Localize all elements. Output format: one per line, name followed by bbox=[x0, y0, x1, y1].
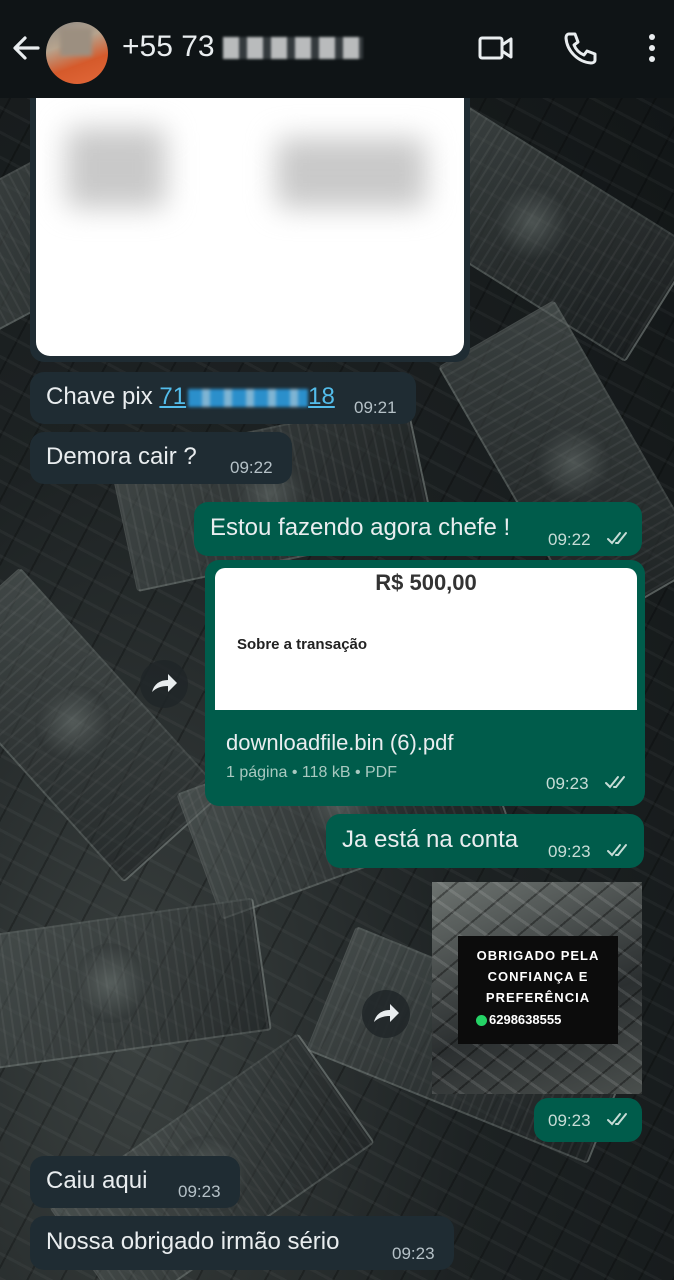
forward-button[interactable] bbox=[140, 660, 188, 708]
document-file-name[interactable]: downloadfile.bin (6).pdf bbox=[226, 730, 453, 756]
pix-key-end: 18 bbox=[308, 383, 335, 410]
image-text-line: PREFERÊNCIA bbox=[485, 990, 591, 1005]
message-text: Ja está na conta bbox=[342, 826, 519, 853]
read-receipt-icon bbox=[607, 532, 627, 545]
message-time: 09:23 bbox=[548, 842, 591, 861]
message-time: 09:23 bbox=[392, 1244, 435, 1263]
document-preview-amount: R$ 500,00 bbox=[375, 570, 477, 595]
message-bubble-outgoing[interactable]: Ja está na conta 09:23 bbox=[326, 814, 644, 868]
message-bubble-incoming[interactable]: Caiu aqui 09:23 bbox=[30, 1156, 240, 1208]
message-text: Demora cair ? bbox=[46, 443, 197, 470]
blur-region bbox=[276, 138, 426, 208]
image-text-line: OBRIGADO PELA bbox=[476, 948, 600, 963]
chat-header: +55 73 bbox=[0, 0, 674, 98]
forward-button[interactable] bbox=[362, 990, 410, 1038]
document-preview[interactable]: R$ 500,00 Sobre a transação bbox=[215, 568, 637, 710]
message-text-prefix: Chave pix bbox=[46, 383, 160, 410]
read-receipt-icon bbox=[607, 844, 627, 857]
shared-image[interactable]: OBRIGADO PELA CONFIANÇA E PREFERÊNCIA 62… bbox=[432, 882, 642, 1094]
image-text-line: CONFIANÇA E bbox=[487, 969, 589, 984]
message-time: 09:21 bbox=[402, 332, 445, 351]
redacted-number bbox=[222, 37, 363, 60]
message-time: 09:22 bbox=[548, 530, 591, 549]
wallpaper-bill bbox=[0, 897, 272, 1073]
message-time: 09:21 bbox=[354, 398, 397, 417]
blur-region bbox=[66, 128, 166, 208]
pix-key-link[interactable]: 71 18 bbox=[159, 383, 334, 410]
message-bubble-incoming[interactable]: Nossa obrigado irmão sério 09:23 bbox=[30, 1216, 454, 1270]
message-text: Estou fazendo agora chefe ! bbox=[210, 514, 511, 541]
message-text: Chave pix 71 18 bbox=[46, 383, 335, 411]
pix-key-start: 71 bbox=[159, 383, 187, 410]
whatsapp-icon bbox=[476, 1015, 487, 1027]
wallpaper-bill bbox=[0, 567, 224, 883]
message-time: 09:23 bbox=[548, 1111, 591, 1130]
image-phone: 6298638555 bbox=[476, 1012, 561, 1027]
forward-icon bbox=[374, 1004, 399, 1022]
document-preview-section: Sobre a transação bbox=[237, 636, 368, 653]
message-time-pill: 09:23 bbox=[534, 1098, 642, 1142]
blurred-image[interactable] bbox=[36, 98, 464, 356]
back-button[interactable] bbox=[8, 30, 44, 66]
image-phone-number: 6298638555 bbox=[489, 1012, 562, 1027]
video-camera-icon[interactable] bbox=[476, 28, 516, 68]
read-receipt-icon bbox=[605, 776, 625, 789]
contact-number: +55 73 bbox=[122, 30, 215, 63]
message-time: 09:23 bbox=[178, 1182, 221, 1201]
message-bubble-incoming[interactable]: Demora cair ? 09:22 bbox=[30, 432, 292, 484]
message-text: Nossa obrigado irmão sério bbox=[46, 1228, 340, 1255]
phone-icon[interactable] bbox=[560, 28, 600, 68]
contact-avatar[interactable] bbox=[46, 22, 108, 84]
arrow-left-icon bbox=[13, 36, 40, 60]
contact-title[interactable]: +55 73 bbox=[122, 30, 363, 64]
thanks-card: OBRIGADO PELA CONFIANÇA E PREFERÊNCIA 62… bbox=[458, 936, 618, 1044]
message-text: Caiu aqui bbox=[46, 1167, 148, 1194]
message-time: 09:23 bbox=[546, 774, 589, 793]
message-bubble-incoming[interactable]: Chave pix 71 18 09:21 bbox=[30, 372, 416, 424]
forward-icon bbox=[152, 674, 177, 692]
document-file-meta: 1 página • 118 kB • PDF bbox=[226, 764, 397, 781]
more-vert-icon[interactable] bbox=[632, 28, 672, 68]
message-time: 09:22 bbox=[230, 458, 273, 477]
redacted-pix-key bbox=[188, 388, 309, 407]
read-receipt-icon bbox=[607, 1113, 627, 1126]
message-bubble-outgoing[interactable]: Estou fazendo agora chefe ! 09:22 bbox=[194, 502, 642, 556]
